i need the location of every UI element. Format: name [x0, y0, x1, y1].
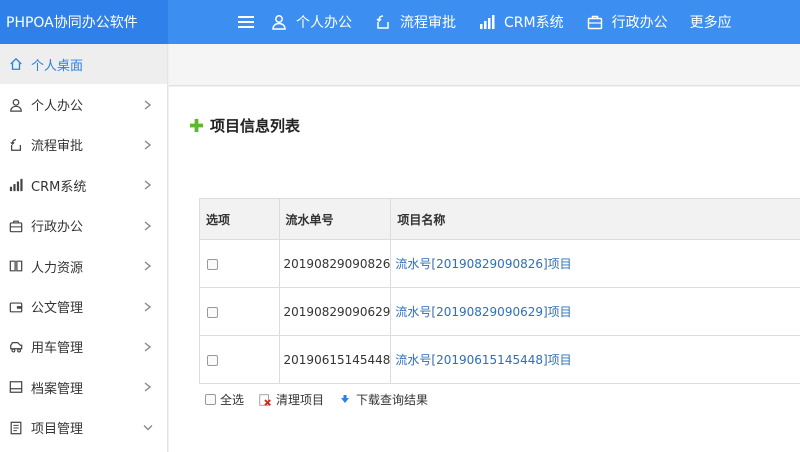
sidebar-item-label: 流程审批: [31, 139, 84, 155]
main-area: 项目信息列表 选项 流水单号 项目名称 20190829090826 流水号[2…: [169, 44, 800, 452]
column-header-name: 项目名称: [390, 198, 800, 240]
sidebar-item-label: 项目管理: [31, 422, 84, 438]
row-checkbox[interactable]: [207, 306, 218, 318]
table-header-row: 选项 流水单号 项目名称: [199, 198, 800, 240]
wallet-icon: [8, 299, 24, 315]
column-header-select: 选项: [199, 198, 280, 240]
briefcase-icon: [8, 218, 24, 234]
tab-strip: [169, 44, 800, 86]
menu-toggle-icon[interactable]: [224, 0, 268, 44]
select-all-toggle[interactable]: 全选: [205, 391, 244, 408]
topnav-label: 流程审批: [400, 15, 456, 31]
chevron-right-icon: [143, 261, 153, 271]
project-link[interactable]: 流水号[20190829090629]项目: [395, 305, 571, 319]
clear-label: 清理项目: [276, 393, 325, 407]
topnav-item-personal[interactable]: 个人办公: [270, 0, 352, 44]
sidebar-item-label: 用车管理: [31, 341, 84, 357]
download-icon: [338, 393, 352, 407]
sidebar-item-desktop[interactable]: 个人桌面: [0, 44, 167, 85]
sidebar-item-crm[interactable]: CRM系统: [0, 165, 167, 205]
clear-icon: [258, 393, 272, 407]
chevron-right-icon: [143, 100, 153, 110]
select-all-label: 全选: [220, 393, 245, 407]
home-icon: [8, 56, 24, 72]
sidebar-item-car[interactable]: 用车管理: [0, 327, 167, 367]
topnav-label: CRM系统: [504, 15, 564, 31]
chevron-down-icon: [143, 423, 153, 433]
sidebar-item-label: 个人桌面: [31, 58, 84, 74]
topnav-label: 行政办公: [611, 15, 668, 31]
sidebar-item-project[interactable]: 项目管理: [0, 408, 167, 448]
top-bar: PHPOA协同办公软件 个人办公 流程审批 CRM系统 行政办公 更多应: [0, 0, 800, 44]
top-nav: 个人办公 流程审批 CRM系统 行政办公 更多应: [270, 0, 732, 44]
row-checkbox[interactable]: [207, 258, 218, 270]
project-table: 选项 流水单号 项目名称 20190829090826 流水号[20190829…: [199, 198, 800, 384]
person-icon: [8, 97, 24, 113]
sidebar-item-admin[interactable]: 行政办公: [0, 206, 167, 246]
chevron-right-icon: [143, 342, 153, 352]
column-header-serial: 流水单号: [278, 198, 392, 240]
clear-projects-button[interactable]: 清理项目: [258, 391, 324, 408]
row-select-cell: [199, 287, 280, 336]
chevron-right-icon: [143, 301, 153, 312]
topnav-item-admin[interactable]: 行政办公: [586, 0, 668, 44]
sidebar-item-label: 档案管理: [31, 381, 84, 397]
book-icon: [8, 258, 24, 274]
row-select-cell: [199, 239, 280, 288]
select-all-checkbox[interactable]: [205, 394, 216, 405]
app-title: PHPOA协同办公软件: [0, 0, 168, 44]
chevron-right-icon: [143, 221, 153, 231]
project-name-cell: 流水号[20190829090629]项目: [390, 287, 800, 336]
download-results-button[interactable]: 下载查询结果: [338, 391, 428, 408]
topnav-item-more[interactable]: 更多应: [690, 0, 732, 44]
sidebar-item-personal[interactable]: 个人办公: [0, 84, 167, 124]
sidebar-item-archive[interactable]: 档案管理: [0, 367, 167, 407]
chevron-right-icon: [143, 180, 153, 190]
serial-cell: 20190829090629: [278, 287, 392, 336]
row-select-cell: [199, 335, 280, 384]
topnav-item-crm[interactable]: CRM系统: [478, 0, 564, 44]
flow-icon: [374, 13, 392, 31]
car-icon: [8, 339, 24, 355]
download-label: 下载查询结果: [356, 393, 429, 407]
bar-chart-icon: [478, 13, 496, 31]
content-panel: 项目信息列表 选项 流水单号 项目名称 20190829090826 流水号[2…: [169, 87, 800, 452]
briefcase-icon: [586, 13, 604, 31]
plus-icon: [189, 118, 204, 133]
row-checkbox[interactable]: [207, 354, 218, 366]
flow-icon: [8, 137, 24, 153]
table-row: 20190829090826 流水号[20190829090826]项目: [199, 239, 800, 288]
chevron-right-icon: [143, 382, 153, 392]
project-link[interactable]: 流水号[20190615145448]项目: [395, 353, 571, 367]
table-row: 20190615145448 流水号[20190615145448]项目: [199, 335, 800, 384]
topnav-label: 个人办公: [296, 15, 352, 31]
sidebar-item-hr[interactable]: 人力资源: [0, 246, 167, 286]
archive-icon: [8, 379, 24, 395]
sidebar-item-label: 行政办公: [31, 220, 84, 236]
table-row: 20190829090629 流水号[20190829090629]项目: [199, 287, 800, 336]
serial-cell: 20190829090826: [278, 239, 392, 288]
sidebar-item-flow[interactable]: 流程审批: [0, 125, 167, 165]
sidebar-item-label: 人力资源: [31, 260, 84, 276]
topnav-item-flow[interactable]: 流程审批: [374, 0, 456, 44]
project-name-cell: 流水号[20190829090826]项目: [390, 239, 800, 288]
document-icon: [8, 420, 24, 436]
table-actions: 全选 清理项目 下载查询结果: [205, 391, 442, 408]
bar-chart-icon: [8, 177, 24, 193]
page-title-wrap: 项目信息列表: [189, 115, 300, 136]
sidebar-item-label: 个人办公: [31, 99, 84, 115]
page-title: 项目信息列表: [210, 117, 301, 135]
project-link[interactable]: 流水号[20190829090826]项目: [395, 257, 571, 271]
sidebar-item-label: CRM系统: [31, 179, 87, 195]
project-name-cell: 流水号[20190615145448]项目: [390, 335, 800, 384]
sidebar-item-docs[interactable]: 公文管理: [0, 286, 167, 326]
person-icon: [270, 13, 288, 31]
topnav-label: 更多应: [689, 15, 732, 31]
chevron-right-icon: [143, 140, 153, 150]
sidebar: 个人桌面 个人办公 流程审批 CRM系统 行政办公 人力资源 公文管理 用车管理…: [0, 44, 168, 452]
sidebar-item-label: 公文管理: [31, 301, 84, 317]
serial-cell: 20190615145448: [278, 335, 392, 384]
